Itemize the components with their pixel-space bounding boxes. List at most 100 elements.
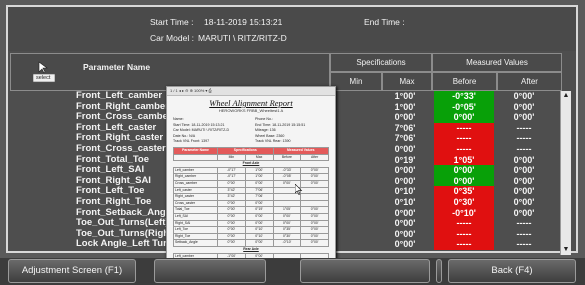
before-value: 0°00' [434,175,494,187]
measured-values-header: Measured Values [432,53,562,72]
report-value: 0°00' [217,219,246,228]
report-param-name: Right_Toe [173,232,218,241]
parameter-name: Front_Left_camber [76,91,163,101]
parameter-name: Toe_Out_Turns(Left) [76,218,169,229]
report-title: Wheel Alignment Report [209,98,293,108]
report-table: Parameter Name Specifications Measured V… [173,147,329,261]
parameter-name: Front_Right_camber [76,101,169,112]
report-value: 0°00' [300,226,329,234]
report-subtitle: HEROWORKS FRBB_Wheeltest1 A [218,108,284,113]
report-param-name: Left_Toe [173,226,218,234]
after-value: 0°00' [513,186,535,197]
report-value: 0°00' [300,166,329,175]
parameter-name: Front_Left_SAI [76,165,145,176]
spec-max-value: 7°06' [394,133,416,144]
spec-max-value: 0°00' [394,112,416,123]
spec-max-value: 0°00' [394,239,416,250]
spec-max-value: 0°10' [394,197,416,207]
report-value: 3°42' [217,186,246,195]
function-button-3[interactable] [300,259,430,283]
report-value: 0°00' [244,212,274,221]
after-value: ----- [516,218,532,229]
report-value: 0°00' [244,199,274,208]
parameter-name: Front_Right_Toe [76,197,152,207]
function-button-4[interactable] [436,259,442,283]
after-value: 0°00' [513,101,535,112]
parameter-name: Front_Right_caster [76,133,164,144]
report-info-right: Phone No.: [255,117,273,121]
parameter-name: Front_Cross_caster [76,144,166,154]
before-value: ----- [434,133,494,144]
report-info-left: Name: [173,117,184,121]
before-value: -0°33' [434,91,494,102]
report-row: Cross_caster 0°00' 0°00' [173,199,329,208]
report-value [300,199,329,208]
report-row: Left_caster 3°42' 7°06' [173,186,329,195]
before-value: 0°30' [434,197,494,208]
report-value: 0°00' [300,206,329,214]
report-row: Right_SAI 0°00' 0°00' 0°00' 0°00' [173,219,329,228]
report-value: 0°00' [217,179,246,188]
after-value: ----- [516,144,532,154]
report-info-left: Start Time: 18-11-2019 15:13:21 [173,122,225,127]
function-button-2[interactable] [154,259,266,283]
report-value: 0°10' [244,232,274,241]
report-value: 0°00' [300,212,329,221]
report-value: 0°00' [244,219,274,228]
report-value: 0°00' [300,219,329,228]
spec-max-value: 1°00' [394,101,416,112]
after-value: 0°00' [513,197,535,207]
report-min-header: Min [217,153,246,162]
report-toolbar[interactable]: 1 / 1 ◂ ▸ ⊖ ⊕ 100% ▾ ⎙ [167,87,335,96]
after-value: 0°00' [513,154,535,165]
report-value [300,186,329,195]
parameter-name: Lock Angle_Left Turn [76,239,173,250]
vertical-scrollbar[interactable]: ▲ ▼ [560,91,571,255]
report-value: 0°00' [244,239,274,247]
report-value: 0°00' [217,232,246,241]
parameter-name: Front_Left_caster [76,122,157,133]
report-param-name: Left_caster [173,186,218,195]
report-value: 0°00' [217,239,246,247]
report-max-header: Max [244,153,274,162]
adjustment-screen-button[interactable]: Adjustment Screen (F1) [8,259,136,283]
min-header: Min [330,72,382,91]
report-value: -0°33' [272,166,302,175]
report-param-header: Parameter Name [173,147,218,155]
report-meas-header: Measured Values [272,147,329,155]
back-button[interactable]: Back (F4) [448,259,576,283]
after-value: ----- [516,133,532,144]
report-param-name: Right_camber [173,173,218,181]
scroll-up-icon[interactable]: ▲ [561,91,571,101]
before-value: ----- [434,122,494,134]
parameter-name: Front_Total_Toe [76,154,150,165]
function-key-bar: Adjustment Screen (F1) Back (F4) [0,258,585,285]
report-param-name: Cross_camber [173,179,218,188]
report-value: 0°00' [217,212,246,221]
report-value: 0°00' [300,232,329,241]
spec-max-value: 0°00' [394,165,416,176]
report-value: 0°00' [272,219,302,228]
report-param-name: Setback_Angle [173,239,218,247]
report-row: Left_Toe 0°00' 0°10' 0°35' 0°00' [173,226,329,234]
spec-max-value: 0°00' [394,207,416,218]
report-value: 0°00' [244,179,274,188]
report-preview-window[interactable]: 1 / 1 ◂ ▸ ⊖ ⊕ 100% ▾ ⎙ Wheel Alignment R… [166,86,336,266]
end-time-label: End Time : [364,17,405,27]
select-cursor-icon[interactable]: select [32,60,56,84]
report-value: 0°35' [272,226,302,234]
report-value: 0°00' [217,199,246,208]
report-value: -0°17' [217,173,246,181]
report-value: 0°10' [244,226,274,234]
report-value: 1°00' [244,166,274,175]
car-model-label: Car Model : [150,33,194,43]
specifications-header: Specifications [330,53,432,72]
report-info-left: Track VNL Front: 1397 [173,139,210,144]
after-value: 0°00' [513,112,535,123]
report-info-right: End Time: 18-11-2019 15:15:51 [255,122,306,127]
spec-max-value: 0°19' [394,154,416,165]
scroll-down-icon[interactable]: ▼ [561,245,571,255]
spec-max-value: 0°00' [394,218,416,229]
report-value: -0°10' [272,239,302,247]
before-header: Before [432,72,497,91]
